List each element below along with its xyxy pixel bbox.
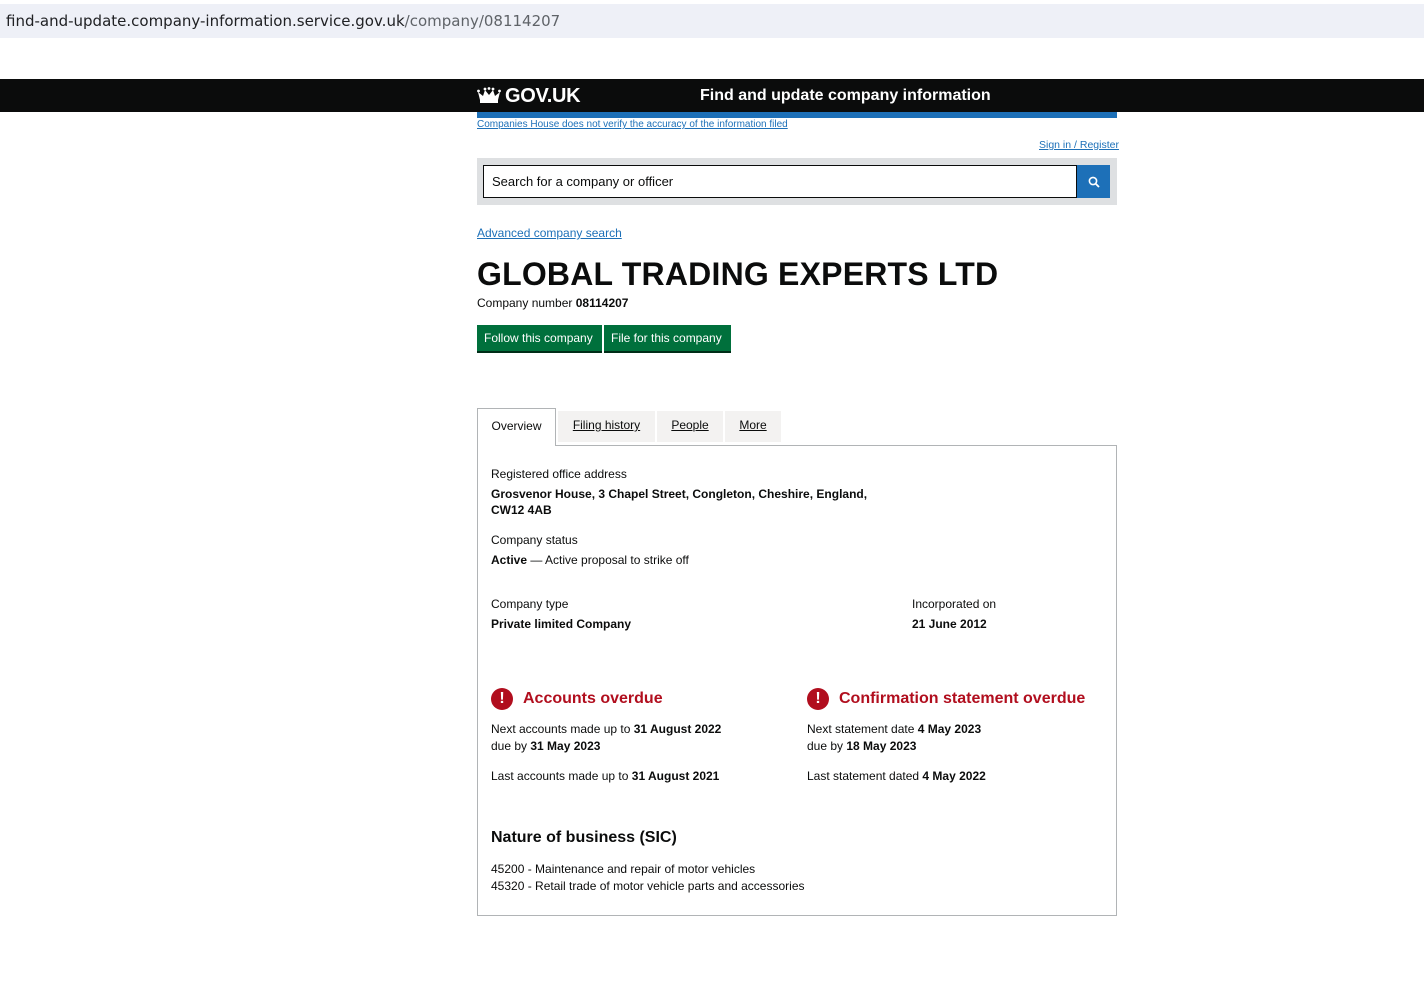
sic-heading: Nature of business (SIC)	[491, 829, 677, 846]
follow-company-button[interactable]: Follow this company	[477, 325, 602, 353]
company-type-label: Company type	[491, 597, 569, 611]
company-name: GLOBAL TRADING EXPERTS LTD	[477, 256, 999, 292]
confirmation-overdue-heading: ! Confirmation statement overdue	[807, 688, 1085, 710]
incorporated-label: Incorporated on	[912, 597, 997, 611]
disclaimer-link[interactable]: Companies House does not verify the accu…	[477, 119, 788, 130]
govuk-logo-link[interactable]: GOV.UK	[477, 84, 581, 107]
service-name-link[interactable]: Find and update company information	[700, 87, 991, 105]
search-input[interactable]: Search for a company or officer	[483, 165, 1077, 198]
status-value: Active — Active proposal to strike off	[491, 553, 689, 567]
confirmation-last: Last statement dated 4 May 2022	[807, 769, 986, 783]
tab-filing-history[interactable]: Filing history	[558, 411, 655, 442]
confirmation-due: due by 18 May 2023	[807, 739, 917, 753]
tab-overview[interactable]: Overview	[477, 408, 556, 446]
company-type-value: Private limited Company	[491, 617, 632, 631]
logo-text: GOV.UK	[505, 84, 581, 107]
search-icon	[1088, 176, 1100, 188]
search-container: Search for a company or officer	[477, 158, 1117, 205]
sic-item: 45200 - Maintenance and repair of motor …	[491, 862, 756, 876]
status-label: Company status	[491, 533, 578, 547]
warning-icon: !	[807, 688, 829, 710]
company-number-value: 08114207	[575, 296, 629, 310]
search-button[interactable]	[1077, 165, 1110, 198]
tab-more[interactable]: More	[725, 411, 781, 442]
company-number: Company number 08114207	[477, 296, 629, 310]
sic-item: 45320 - Retail trade of motor vehicle pa…	[491, 879, 805, 893]
sign-in-register-link[interactable]: Sign in / Register	[1039, 139, 1119, 151]
crown-icon	[477, 87, 501, 103]
url-text: find-and-update.company-information.serv…	[6, 12, 561, 30]
accounts-overdue-heading: ! Accounts overdue	[491, 688, 663, 710]
header-blue-bar	[477, 112, 1117, 118]
incorporated-value: 21 June 2012	[912, 617, 987, 631]
browser-address-bar[interactable]: find-and-update.company-information.serv…	[0, 4, 1424, 38]
accounts-due: due by 31 May 2023	[491, 739, 601, 753]
overview-panel: Registered office address Grosvenor Hous…	[477, 445, 1117, 916]
address-value: Grosvenor House, 3 Chapel Street, Congle…	[491, 487, 868, 517]
accounts-next: Next accounts made up to 31 August 2022	[491, 722, 722, 736]
file-for-company-button[interactable]: File for this company	[604, 325, 731, 353]
govuk-header: GOV.UK Find and update company informati…	[0, 79, 1424, 112]
tab-people[interactable]: People	[657, 411, 723, 442]
confirmation-next: Next statement date 4 May 2023	[807, 722, 982, 736]
warning-icon: !	[491, 688, 513, 710]
accounts-last: Last accounts made up to 31 August 2021	[491, 769, 720, 783]
advanced-search-link[interactable]: Advanced company search	[477, 226, 622, 240]
address-label: Registered office address	[491, 467, 627, 481]
